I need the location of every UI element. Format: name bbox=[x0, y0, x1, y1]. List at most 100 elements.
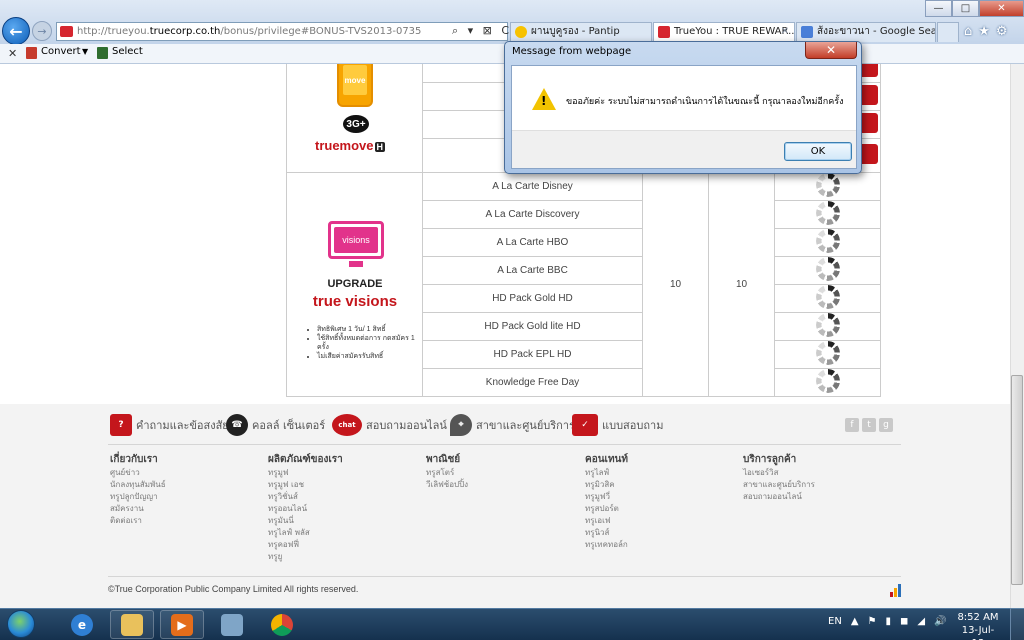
footer-link[interactable]: ทรูสปอร์ต bbox=[585, 503, 628, 515]
tab-google-search[interactable]: ส้งอะขาวนา - Google Search bbox=[796, 22, 936, 42]
maximize-button[interactable]: □ bbox=[952, 0, 979, 17]
footer-link[interactable]: ทรูปลูกปัญญา bbox=[110, 491, 166, 503]
arrow-right-icon: → bbox=[37, 24, 47, 38]
package-name: HD Pack Gold HD bbox=[422, 284, 643, 313]
tab-pantip[interactable]: ผานบูคูรอง - Pantip bbox=[510, 22, 652, 42]
language-indicator[interactable]: EN bbox=[828, 616, 842, 627]
footer-nav-faq[interactable]: ? คำถามและข้อสงสัย bbox=[110, 412, 229, 438]
dialog-title: Message from webpage bbox=[512, 46, 632, 57]
loading-spinner-icon bbox=[815, 201, 840, 225]
footer-link[interactable]: ทรูมันนี่ bbox=[268, 515, 343, 527]
footer-link[interactable]: ทรูคอฟฟี่ bbox=[268, 539, 343, 551]
package-name: A La Carte HBO bbox=[422, 228, 643, 257]
twitter-icon[interactable]: t bbox=[862, 418, 876, 432]
footer-link[interactable]: สาขาและศูนย์บริการ bbox=[743, 479, 815, 491]
taskbar-explorer[interactable] bbox=[110, 610, 154, 639]
select-label: Select bbox=[112, 46, 143, 57]
chevron-down-icon[interactable]: ▼ bbox=[82, 47, 88, 56]
footer-link[interactable]: ทรูไลฟ์ พลัส bbox=[268, 527, 343, 539]
loading-cell bbox=[774, 340, 881, 369]
question-icon: ? bbox=[110, 414, 132, 436]
loading-cell bbox=[774, 368, 881, 397]
footer-link[interactable]: ทรูมูฟวี่ bbox=[585, 491, 628, 503]
footer-nav-label: คอลล์ เซ็นเตอร์ bbox=[252, 419, 326, 432]
minimize-button[interactable]: — bbox=[925, 0, 952, 17]
home-favorites-tools-icons[interactable]: ⌂★⚙ bbox=[964, 24, 1014, 39]
url-prefix: http://trueyou. bbox=[77, 26, 150, 37]
ok-button[interactable]: OK bbox=[784, 142, 852, 161]
convert-button[interactable]: Convert bbox=[26, 46, 81, 59]
tab-label: ส้งอะขาวนา - Google Search bbox=[817, 26, 936, 37]
footer-link[interactable]: ศูนย์ข่าว bbox=[110, 467, 166, 479]
pdf-icon bbox=[26, 47, 37, 59]
loading-spinner-icon bbox=[815, 257, 840, 281]
tab-trueyou[interactable]: TrueYou : TRUE REWAR... ✕ bbox=[653, 22, 795, 42]
tv-stand bbox=[349, 261, 363, 267]
footer-link[interactable]: วีเลิฟช้อปปิ้ง bbox=[426, 479, 468, 491]
network-icon[interactable]: ◢ bbox=[917, 616, 925, 627]
footer-link[interactable]: ติดต่อเรา bbox=[110, 515, 166, 527]
taskbar-ie[interactable]: e bbox=[60, 610, 104, 639]
truemove-text: truemove bbox=[315, 138, 374, 153]
footer-link[interactable]: ทรูยู bbox=[268, 551, 343, 563]
back-button[interactable]: ← bbox=[2, 17, 30, 45]
footer-link[interactable]: ทรูนิวส์ bbox=[585, 527, 628, 539]
footer-link[interactable]: ทรูมูฟ เอช bbox=[268, 479, 343, 491]
volume-icon[interactable]: 🔊 bbox=[934, 616, 946, 627]
footer-link[interactable]: ทรูไลฟ์ bbox=[585, 467, 628, 479]
package-value-b: 10 bbox=[708, 172, 775, 397]
tv-screen-text: visions bbox=[334, 227, 378, 253]
start-button[interactable] bbox=[2, 608, 40, 640]
footer-nav-branches[interactable]: ⌖ สาขาและศูนย์บริการ bbox=[450, 412, 575, 438]
footer-link[interactable]: ทรูเอเฟ bbox=[585, 515, 628, 527]
facebook-icon[interactable]: f bbox=[845, 418, 859, 432]
site-footer: ? คำถามและข้อสงสัย ☎ คอลล์ เซ็นเตอร์ chat ส… bbox=[0, 404, 1010, 608]
footer-link[interactable]: ทรูมิวสิค bbox=[585, 479, 628, 491]
footer-nav-chat[interactable]: chat สอบถามออนไลน์ bbox=[332, 412, 447, 438]
show-hidden-icons-icon[interactable]: ▲ bbox=[851, 616, 859, 627]
close-tab-icon[interactable]: ✕ bbox=[781, 23, 789, 41]
visions-notes: สิทธิพิเศษ 1 วัน/ 1 สิทธิ์ ใช้สิทธิ์ทั้ง… bbox=[307, 325, 419, 361]
dialog-close-button[interactable]: ✕ bbox=[805, 42, 857, 59]
footer-link[interactable]: สมัครงาน bbox=[110, 503, 166, 515]
scrollbar-thumb[interactable] bbox=[1011, 375, 1023, 585]
action-center-icon[interactable]: ⚑ bbox=[868, 616, 877, 627]
footer-link[interactable]: ทรูเทคทอล์ก bbox=[585, 539, 628, 551]
taskbar-calculator[interactable] bbox=[210, 610, 254, 639]
forward-button[interactable]: → bbox=[32, 21, 52, 41]
footer-col-title: คอนเทนท์ bbox=[585, 454, 628, 465]
3g-badge: 3G+ bbox=[343, 115, 369, 133]
close-toolbar-icon[interactable]: ✕ bbox=[8, 47, 17, 60]
warning-mark: ! bbox=[541, 94, 547, 108]
footer-divider bbox=[108, 576, 901, 577]
footer-link[interactable]: ทรูวิชั่นส์ bbox=[268, 491, 343, 503]
address-bar[interactable]: http://trueyou.truecorp.co.th/bonus/priv… bbox=[56, 22, 508, 41]
footer-link[interactable]: สอบถามออนไลน์ bbox=[743, 491, 815, 503]
footer-link[interactable]: ทรูสโตร์ bbox=[426, 467, 468, 479]
select-button[interactable]: Select bbox=[97, 46, 143, 59]
power-icon[interactable]: ▮ bbox=[885, 616, 891, 627]
display-icon[interactable]: ◼ bbox=[900, 616, 908, 627]
url-domain: truecorp.co.th bbox=[149, 26, 221, 37]
chat-icon: chat bbox=[332, 414, 362, 436]
footer-col-title: เกี่ยวกับเรา bbox=[110, 454, 158, 465]
close-window-button[interactable]: ✕ bbox=[979, 0, 1024, 17]
footer-link[interactable]: ทรูมูฟ bbox=[268, 467, 343, 479]
footer-nav-label: สอบถามออนไลน์ bbox=[366, 419, 447, 432]
taskbar-clock[interactable]: 8:52 AM 13-Jul-13 bbox=[956, 611, 1000, 640]
footer-link[interactable]: ทรูออนไลน์ bbox=[268, 503, 343, 515]
footer-link[interactable]: นักลงทุนสัมพันธ์ bbox=[110, 479, 166, 491]
alert-dialog: Message from webpage ✕ ! ขออภัยค่ะ ระบบไ… bbox=[504, 41, 862, 174]
loading-cell bbox=[774, 284, 881, 313]
google-plus-icon[interactable]: g bbox=[879, 418, 893, 432]
window-controls: — □ ✕ bbox=[925, 0, 1024, 17]
footer-nav-callcenter[interactable]: ☎ คอลล์ เซ็นเตอร์ bbox=[226, 412, 325, 438]
footer-nav-survey[interactable]: ✓ แบบสอบถาม bbox=[572, 412, 663, 438]
taskbar-media-player[interactable]: ▶ bbox=[160, 610, 204, 639]
footer-link[interactable]: ไอเซอร์วิส bbox=[743, 467, 815, 479]
internet-explorer-icon: e bbox=[71, 613, 93, 636]
taskbar-chrome[interactable] bbox=[260, 610, 304, 639]
loading-spinner-icon bbox=[815, 313, 840, 337]
show-desktop-button[interactable] bbox=[1010, 608, 1024, 640]
new-tab-button[interactable] bbox=[937, 22, 959, 42]
